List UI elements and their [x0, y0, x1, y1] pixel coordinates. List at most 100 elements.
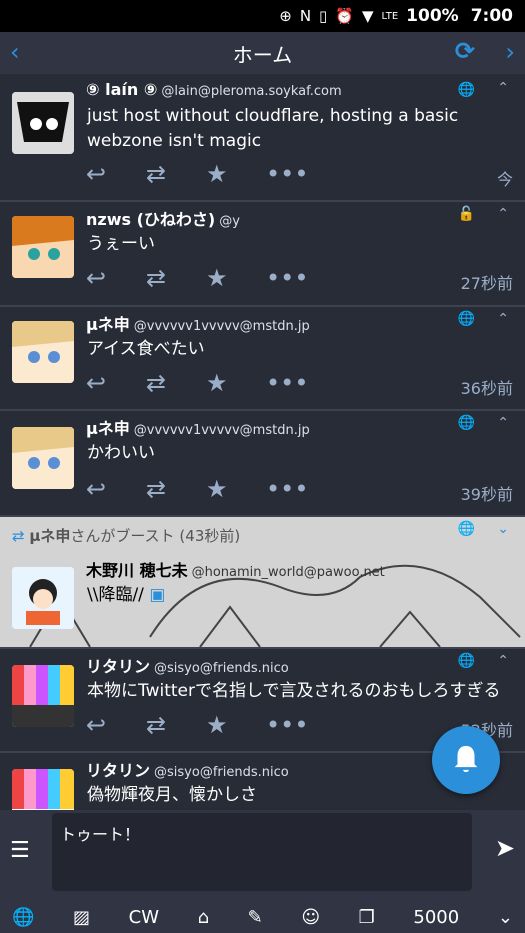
collapse-icon[interactable]: ⌃	[497, 415, 509, 431]
globe-icon: 🌐	[457, 521, 475, 537]
collapse-icon[interactable]: ⌃	[497, 206, 509, 222]
display-name[interactable]: μネ申 @vvvvvv1vvvvv@mstdn.jp	[86, 311, 310, 335]
display-name[interactable]: nzws (ひねわさ) @y	[86, 206, 240, 230]
cw-button[interactable]: CW	[129, 907, 159, 928]
notifications-button[interactable]	[432, 726, 500, 794]
image-icon[interactable]: ▣	[149, 585, 165, 605]
display-name[interactable]: 木野川 穂七未 @honamin_world@pawoo.net	[86, 557, 385, 581]
boost-icon[interactable]: ⇄	[146, 369, 206, 397]
home-icon[interactable]: ⌂	[198, 907, 209, 928]
emoji-icon[interactable]: ☺	[301, 907, 320, 928]
collapse-icon[interactable]: ⌃	[497, 653, 509, 669]
avatar[interactable]	[12, 216, 74, 278]
expand-icon[interactable]: ⌄	[497, 521, 509, 537]
status-time[interactable]: 今	[497, 166, 513, 190]
more-icon[interactable]: •••	[266, 711, 326, 739]
back-icon[interactable]: ‹	[10, 38, 20, 66]
forward-icon[interactable]: ›	[505, 38, 515, 66]
status-time[interactable]: 36秒前	[461, 375, 513, 399]
collapse-icon[interactable]: ⌃	[497, 311, 509, 327]
account-handle: @vvvvvv1vvvvv@mstdn.jp	[133, 319, 310, 334]
status-actions: ↩ ⇄ ★ •••	[86, 711, 326, 739]
clipboard-icon[interactable]: ❐	[359, 907, 375, 928]
display-name[interactable]: リタリン @sisyo@friends.nico	[86, 653, 289, 677]
status-time[interactable]: 39秒前	[461, 481, 513, 505]
boost-notice: ⇄ μネ申さんがブースト (43秒前)	[12, 525, 240, 546]
globe-icon: 🌐	[457, 415, 475, 431]
avatar[interactable]	[12, 427, 74, 489]
reply-icon[interactable]: ↩	[86, 369, 146, 397]
more-icon[interactable]: •••	[266, 160, 326, 188]
globe-icon: 🌐	[457, 653, 475, 669]
refresh-icon[interactable]: ⟳	[455, 37, 475, 65]
boost-icon[interactable]: ⇄	[146, 475, 206, 503]
avatar-image	[12, 427, 74, 489]
reply-icon[interactable]: ↩	[86, 264, 146, 292]
nfc-icon: N	[299, 7, 312, 25]
more-icon[interactable]: •••	[266, 264, 326, 292]
status-item[interactable]: μネ申 @vvvvvv1vvvvv@mstdn.jp かわいい 🌐 ⌃ ↩ ⇄ ★…	[0, 411, 525, 517]
reply-icon[interactable]: ↩	[86, 711, 146, 739]
magic-wand-icon[interactable]: ✎	[248, 907, 263, 928]
favourite-icon[interactable]: ★	[206, 264, 266, 292]
reply-icon[interactable]: ↩	[86, 160, 146, 188]
avatar[interactable]	[12, 665, 74, 727]
status-actions: ↩ ⇄ ★ •••	[86, 475, 326, 503]
status-time[interactable]: 27秒前	[461, 270, 513, 294]
account-handle: @vvvvvv1vvvvv@mstdn.jp	[133, 423, 310, 438]
vibrate-icon: ▯	[319, 7, 328, 25]
status-content: アイス食べたい	[87, 339, 205, 359]
boost-small-icon: ⇄	[12, 527, 25, 545]
send-icon[interactable]: ➤	[495, 834, 515, 862]
boost-icon[interactable]: ⇄	[146, 160, 206, 188]
status-item[interactable]: nzws (ひねわさ) @y うぇーい 🔓 ⌃ ↩ ⇄ ★ ••• 27秒前	[0, 202, 525, 307]
status-content: かわいい	[87, 443, 155, 463]
compose-input[interactable]: トゥート！	[52, 813, 472, 891]
chevron-down-icon[interactable]: ⌄	[498, 907, 513, 928]
display-name[interactable]: ⑨ laín ⑨ @lain@pleroma.soykaf.com	[86, 80, 342, 99]
unlock-icon: 🔓	[457, 206, 475, 222]
alarm-icon: ⏰	[335, 7, 354, 25]
more-icon[interactable]: •••	[266, 369, 326, 397]
timeline[interactable]: ⑨ laín ⑨ @lain@pleroma.soykaf.com just ho…	[0, 74, 525, 810]
status-item[interactable]: μネ申 @vvvvvv1vvvvv@mstdn.jp アイス食べたい 🌐 ⌃ ↩ …	[0, 307, 525, 411]
favourite-icon[interactable]: ★	[206, 711, 266, 739]
booster-name[interactable]: μネ申	[29, 527, 70, 545]
menu-icon[interactable]: ☰	[10, 838, 30, 863]
display-name[interactable]: リタリン @sisyo@friends.nico	[86, 757, 289, 781]
bell-icon	[454, 745, 478, 773]
boosted-status-item[interactable]: ⇄ μネ申さんがブースト (43秒前) 木野川 穂七未 @honamin_worl…	[0, 517, 525, 649]
status-content: 偽物輝夜月、懐かしさ	[87, 785, 257, 805]
display-name[interactable]: μネ申 @vvvvvv1vvvvv@mstdn.jp	[86, 415, 310, 439]
char-count: 5000	[413, 906, 460, 928]
favourite-icon[interactable]: ★	[206, 369, 266, 397]
collapse-icon[interactable]: ⌃	[497, 80, 509, 96]
avatar-image	[12, 321, 74, 383]
boost-icon[interactable]: ⇄	[146, 711, 206, 739]
status-item[interactable]: ⑨ laín ⑨ @lain@pleroma.soykaf.com just ho…	[0, 74, 525, 202]
avatar-image	[12, 216, 74, 278]
avatar[interactable]	[12, 321, 74, 383]
battery-percent: 100%	[406, 6, 459, 26]
favourite-icon[interactable]: ★	[206, 475, 266, 503]
status-content: 本物にTwitterで名指しで言及されるのおもしろすぎる	[87, 681, 501, 701]
account-handle: @lain@pleroma.soykaf.com	[161, 84, 342, 99]
boost-text: さんがブースト (43秒前)	[70, 527, 241, 545]
avatar-image	[12, 92, 74, 154]
avatar[interactable]	[12, 92, 74, 154]
avatar-image	[12, 567, 74, 629]
reply-icon[interactable]: ↩	[86, 475, 146, 503]
more-icon[interactable]: •••	[266, 475, 326, 503]
image-attach-icon[interactable]: ▨	[73, 907, 90, 928]
status-actions: ↩ ⇄ ★ •••	[86, 160, 326, 188]
favourite-icon[interactable]: ★	[206, 160, 266, 188]
data-saver-icon: ⊕	[279, 7, 292, 25]
boost-icon[interactable]: ⇄	[146, 264, 206, 292]
account-handle: @sisyo@friends.nico	[154, 765, 289, 780]
status-actions: ↩ ⇄ ★ •••	[86, 264, 326, 292]
avatar[interactable]	[12, 567, 74, 629]
avatar-image	[12, 769, 74, 810]
avatar[interactable]	[12, 769, 74, 810]
status-icons: ⊕ N ▯ ⏰ ▼ LTE	[279, 7, 398, 25]
visibility-icon[interactable]: 🌐	[12, 907, 34, 928]
